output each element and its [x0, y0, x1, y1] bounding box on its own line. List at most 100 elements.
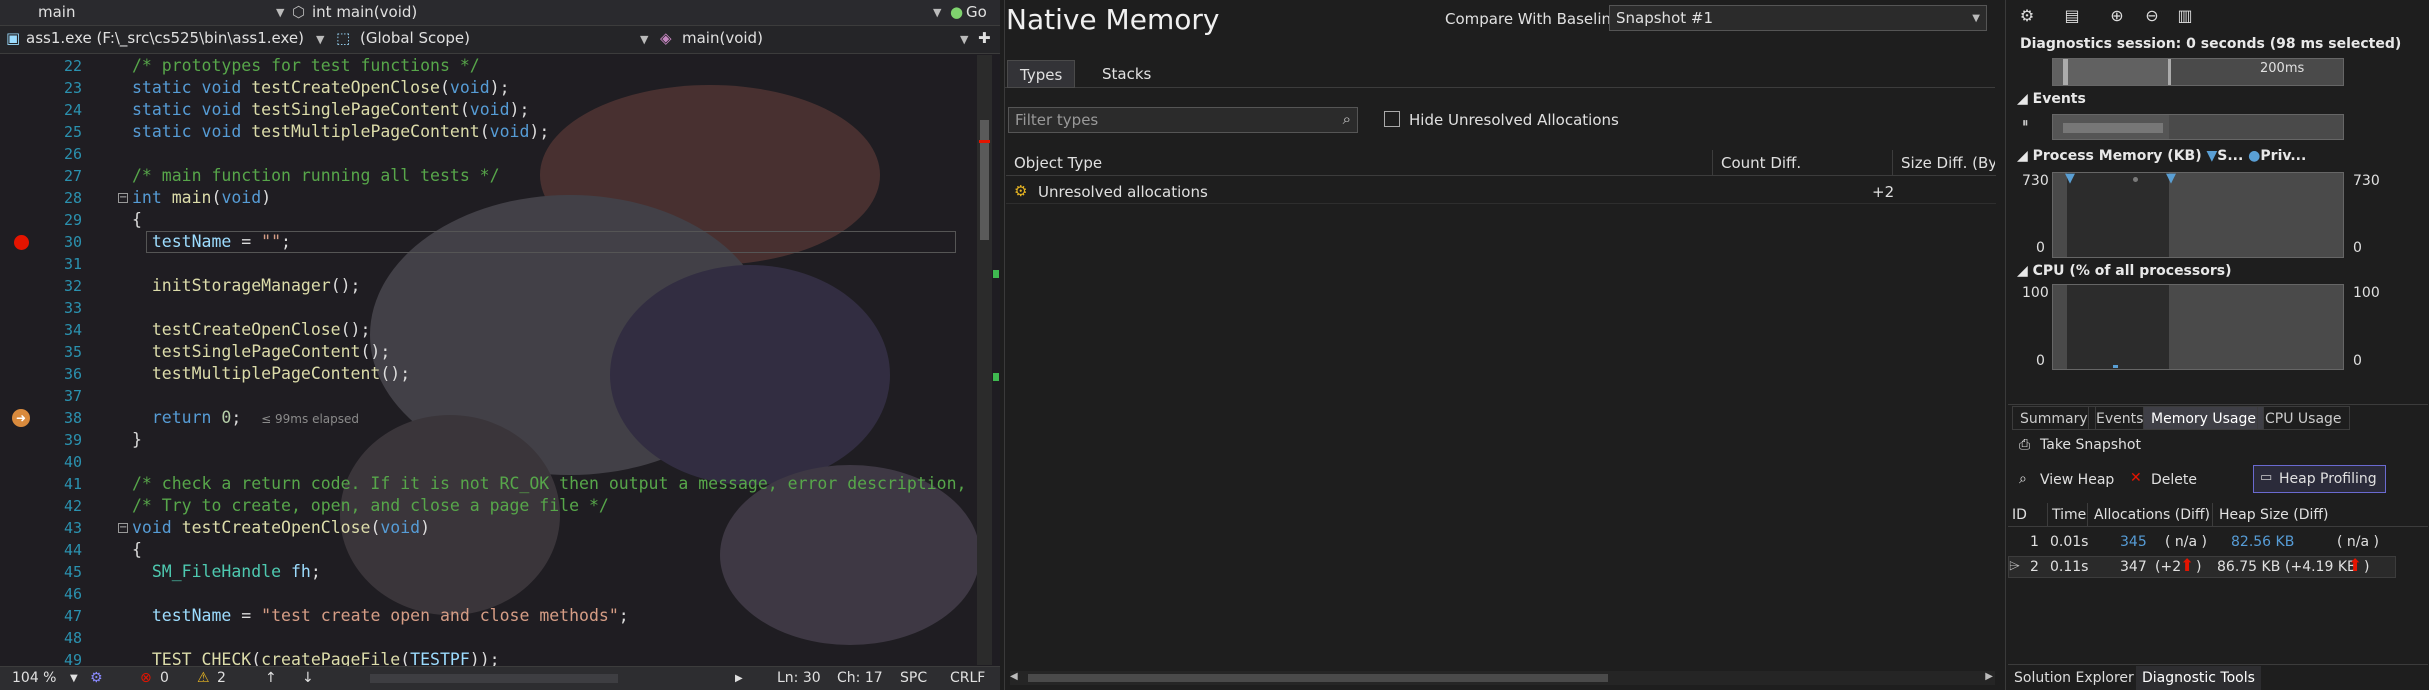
- vertical-scrollbar[interactable]: [977, 55, 992, 665]
- code-line[interactable]: static void testSinglePageContent(void);: [132, 99, 529, 121]
- fold-toggle-icon[interactable]: −: [118, 193, 128, 203]
- error-icon[interactable]: ⊗: [140, 670, 152, 686]
- snapshot-marker-icon[interactable]: ▼: [2166, 171, 2176, 186]
- process-memory-graph[interactable]: ▼ ▼: [2052, 171, 2344, 258]
- scope-dropdown[interactable]: (Global Scope): [360, 29, 470, 49]
- code-line[interactable]: /* prototypes for test functions */: [132, 55, 480, 77]
- line-ending[interactable]: CRLF: [950, 670, 985, 686]
- column-time[interactable]: Time: [2050, 503, 2088, 527]
- zoom-out-icon[interactable]: ⊖: [2140, 6, 2164, 28]
- code-line[interactable]: static void testCreateOpenClose(void);: [132, 77, 510, 99]
- scroll-right-icon[interactable]: ▶: [1985, 671, 1993, 682]
- code-line[interactable]: SM_FileHandle fh;: [132, 561, 321, 583]
- column-count-diff[interactable]: Count Diff.: [1715, 150, 1893, 176]
- collapse-icon[interactable]: ◢: [2017, 148, 2033, 164]
- code-area[interactable]: /* prototypes for test functions */ stati…: [132, 55, 972, 669]
- current-statement-icon[interactable]: ➜: [12, 409, 30, 427]
- code-line[interactable]: }: [132, 429, 142, 451]
- events-section[interactable]: ◢ Events: [2017, 91, 2086, 107]
- warning-count[interactable]: 2: [217, 670, 226, 686]
- breakpoint-icon[interactable]: [14, 235, 29, 250]
- baseline-dropdown[interactable]: Snapshot #1 ▼: [1609, 5, 1987, 31]
- select-tools-icon[interactable]: ▤: [2060, 6, 2084, 28]
- target-dropdown[interactable]: ass1.exe (F:\_src\cs525\bin\ass1.exe) - …: [26, 29, 306, 49]
- tab-solution-explorer[interactable]: Solution Explorer: [2008, 666, 2140, 690]
- collapse-icon[interactable]: ◢: [2017, 91, 2033, 107]
- tab-cpu-usage[interactable]: CPU Usage: [2257, 406, 2350, 430]
- cpu-section[interactable]: ◢ CPU (% of all processors): [2017, 263, 2231, 279]
- code-line[interactable]: testCreateOpenClose();: [132, 319, 371, 341]
- go-icon[interactable]: ●: [950, 3, 963, 23]
- chevron-down-icon[interactable]: ▼: [640, 33, 648, 46]
- delete-icon[interactable]: ✕: [2130, 470, 2142, 486]
- line-gutter[interactable]: 22 23 24 25 26 27 28 29 30 31 32 33 34 35 36 37 38 39 40 41…: [0, 55, 130, 669]
- code-line[interactable]: void testCreateOpenClose(void): [132, 517, 430, 539]
- process-memory-section[interactable]: ◢ Process Memory (KB) ▼S... ●Priv...: [2017, 148, 2306, 164]
- tab-types[interactable]: Types: [1007, 60, 1076, 88]
- allocations-link[interactable]: 345: [2120, 534, 2147, 550]
- zoom-in-icon[interactable]: ⊕: [2105, 6, 2129, 28]
- function-dropdown[interactable]: int main(void): [312, 3, 417, 23]
- column-allocations[interactable]: Allocations (Diff): [2090, 503, 2213, 527]
- zoom-level[interactable]: 104 %: [12, 670, 56, 686]
- camera-icon[interactable]: ⎙: [2019, 437, 2030, 453]
- chevron-down-icon[interactable]: ▼: [316, 33, 324, 46]
- code-line[interactable]: return 0; ≤ 99ms elapsed: [132, 407, 359, 429]
- code-line[interactable]: {: [132, 539, 142, 561]
- error-count[interactable]: 0: [160, 670, 169, 686]
- take-snapshot-button[interactable]: Take Snapshot: [2040, 437, 2141, 453]
- chevron-down-icon[interactable]: ▼: [960, 33, 968, 46]
- delete-button[interactable]: Delete: [2151, 472, 2197, 488]
- pause-icon[interactable]: ⏸: [2022, 116, 2029, 131]
- intellicode-icon[interactable]: ⚙: [90, 670, 103, 686]
- code-line[interactable]: static void testMultiplePageContent(void…: [132, 121, 549, 143]
- events-track[interactable]: [2052, 114, 2344, 140]
- view-heap-button[interactable]: View Heap: [2040, 472, 2114, 488]
- split-icon[interactable]: ✚: [978, 29, 991, 49]
- magnifier-icon[interactable]: ⌕: [2019, 471, 2027, 487]
- code-line[interactable]: /* Try to create, open, and close a page…: [132, 495, 609, 517]
- code-line[interactable]: testSinglePageContent();: [132, 341, 390, 363]
- chevron-down-icon[interactable]: ▼: [70, 673, 78, 684]
- chevron-down-icon[interactable]: ▼: [933, 6, 941, 19]
- hide-unresolved-checkbox[interactable]: [1384, 111, 1400, 127]
- fold-toggle-icon[interactable]: −: [118, 523, 128, 533]
- filter-types-input[interactable]: Filter types ⌕: [1008, 107, 1358, 133]
- go-button[interactable]: Go: [966, 3, 987, 23]
- collapse-icon[interactable]: ◢: [2017, 263, 2033, 279]
- arrow-up-icon[interactable]: ↑: [265, 670, 277, 686]
- tab-stacks[interactable]: Stacks: [1090, 60, 1163, 88]
- tab-summary[interactable]: Summary: [2012, 406, 2096, 430]
- native-horizontal-scrollbar[interactable]: ◀ ▶: [1010, 671, 1995, 685]
- settings-icon[interactable]: ⚙: [2015, 6, 2039, 28]
- timeline-selection[interactable]: [2053, 59, 2171, 85]
- member-dropdown[interactable]: main(void): [682, 29, 763, 49]
- column-id[interactable]: ID: [2012, 503, 2048, 527]
- code-line[interactable]: testMultiplePageContent();: [132, 363, 410, 385]
- code-line[interactable]: int main(void): [132, 187, 271, 209]
- code-line[interactable]: initStorageManager();: [132, 275, 361, 297]
- tab-diagnostic-tools[interactable]: Diagnostic Tools: [2136, 666, 2261, 690]
- chevron-down-icon[interactable]: ▼: [276, 6, 284, 19]
- warning-icon[interactable]: ⚠: [197, 670, 210, 686]
- scrollbar-thumb[interactable]: [980, 120, 989, 240]
- arrow-down-icon[interactable]: ↓: [302, 670, 314, 686]
- project-dropdown[interactable]: main: [38, 3, 75, 23]
- scrollbar-thumb[interactable]: [1028, 674, 1608, 682]
- code-editor[interactable]: main ▼ ⬡ int main(void) ▼ ● Go ▣ ass1.ex…: [0, 0, 1000, 690]
- scroll-left-icon[interactable]: ◀: [1010, 671, 1018, 682]
- horizontal-scrollbar[interactable]: [370, 674, 618, 683]
- code-line[interactable]: /* main function running all tests */: [132, 165, 500, 187]
- heap-size-value[interactable]: 86.75 KB: [2217, 559, 2280, 575]
- code-line[interactable]: {: [132, 209, 142, 231]
- heap-size-link[interactable]: 82.56 KB: [2231, 534, 2294, 550]
- chevron-down-icon[interactable]: ▼: [1972, 13, 1980, 24]
- allocations-value[interactable]: 347: [2120, 559, 2147, 575]
- code-line[interactable]: testName = "test create open and close m…: [132, 605, 629, 627]
- tab-events[interactable]: Events: [2088, 406, 2152, 430]
- timeline-ruler[interactable]: 200ms: [2052, 58, 2344, 86]
- cpu-graph[interactable]: [2052, 284, 2344, 370]
- snapshot-marker-icon[interactable]: ▼: [2065, 171, 2075, 186]
- scroll-right-icon[interactable]: ▶: [735, 673, 743, 684]
- reset-zoom-icon[interactable]: ▥: [2173, 6, 2197, 28]
